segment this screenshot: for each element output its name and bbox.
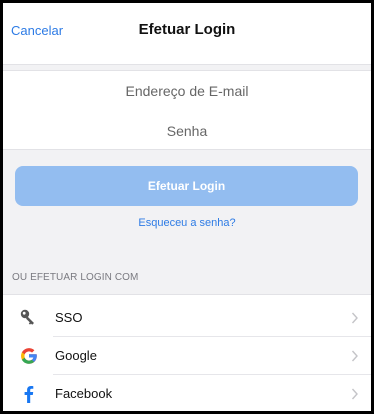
email-field[interactable] bbox=[3, 71, 371, 111]
page-title: Efetuar Login bbox=[138, 21, 236, 38]
list-item-google[interactable]: Google bbox=[3, 337, 371, 375]
alt-login-header: OU EFETUAR LOGIN COM bbox=[12, 272, 139, 283]
list-item-label: Facebook bbox=[55, 386, 113, 401]
alt-login-list: SSO Google Facebook bbox=[3, 294, 371, 411]
chevron-right-icon bbox=[351, 388, 358, 400]
password-field[interactable] bbox=[3, 111, 371, 151]
chevron-right-icon bbox=[351, 350, 358, 362]
credentials-group bbox=[3, 70, 371, 151]
key-icon bbox=[20, 309, 34, 325]
list-item-facebook[interactable]: Facebook bbox=[3, 375, 371, 411]
facebook-icon bbox=[24, 386, 34, 403]
login-screen: Cancelar Efetuar Login Efetuar Login Esq… bbox=[3, 3, 371, 411]
forgot-password-link[interactable]: Esqueceu a senha? bbox=[3, 217, 371, 229]
google-icon bbox=[21, 348, 37, 364]
navigation-bar: Cancelar Efetuar Login bbox=[3, 3, 371, 65]
list-item-label: Google bbox=[55, 348, 97, 363]
list-item-sso[interactable]: SSO bbox=[3, 299, 371, 337]
chevron-right-icon bbox=[351, 312, 358, 324]
login-button[interactable]: Efetuar Login bbox=[15, 166, 358, 206]
list-item-label: SSO bbox=[55, 310, 83, 325]
